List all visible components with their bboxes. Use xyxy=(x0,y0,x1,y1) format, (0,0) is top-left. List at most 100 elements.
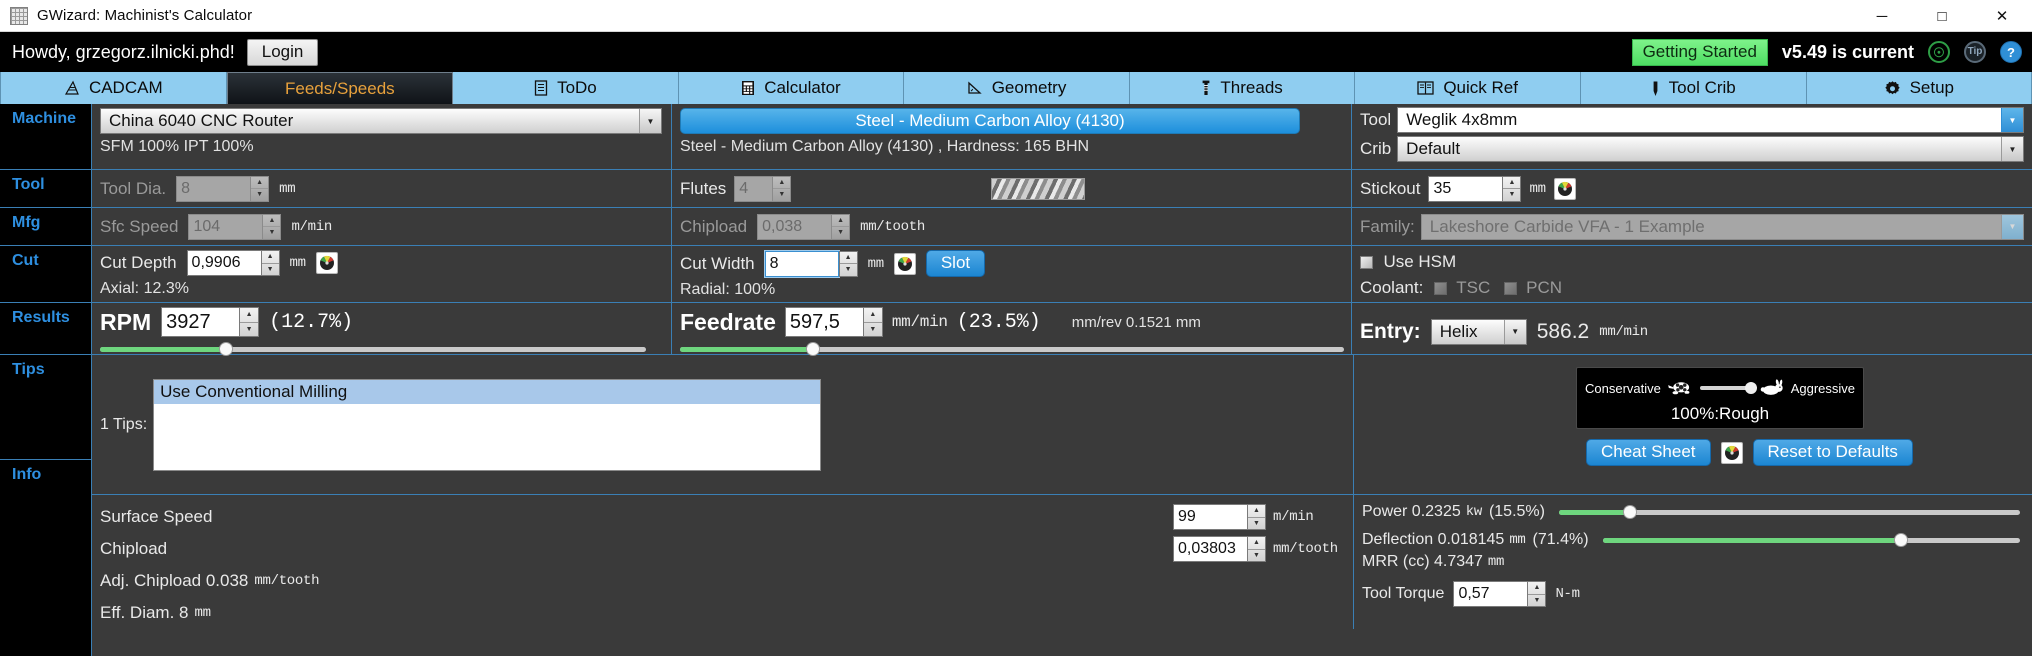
chipload-stepper[interactable]: ▲▼ xyxy=(757,213,851,240)
feedrate-slider[interactable] xyxy=(680,342,1344,356)
sidebar-section-tips[interactable]: Tips xyxy=(0,355,91,460)
window-controls: ─ □ ✕ xyxy=(1852,0,2032,32)
entry-select[interactable]: Helix ▼ xyxy=(1430,318,1527,345)
tips-list-item[interactable]: Use Conventional Milling xyxy=(154,379,821,404)
tab-todo[interactable]: ToDo xyxy=(453,72,679,104)
surface-speed-stepper[interactable]: ▲▼ xyxy=(1173,504,1266,530)
sidebar-section-results[interactable]: Results xyxy=(0,303,91,355)
stepper-arrows[interactable]: ▲ ▼ xyxy=(831,213,851,240)
gauge-icon[interactable] xyxy=(893,252,916,275)
use-hsm-checkbox[interactable] xyxy=(1360,256,1373,269)
material-banner[interactable]: Steel - Medium Carbon Alloy (4130) xyxy=(680,108,1300,134)
slot-button[interactable]: Slot xyxy=(925,250,986,277)
minimize-button[interactable]: ─ xyxy=(1852,0,1912,32)
info-chipload-stepper[interactable]: ▲▼ xyxy=(1173,536,1266,562)
chevron-down-icon[interactable]: ▼ xyxy=(2001,214,2023,239)
stepper-arrows[interactable]: ▲ ▼ xyxy=(862,307,883,337)
flutes-label: Flutes xyxy=(680,178,727,198)
maximize-button[interactable]: □ xyxy=(1912,0,1972,32)
entry-select-value: Helix xyxy=(1439,321,1478,341)
tab-calculator[interactable]: Calculator xyxy=(678,72,905,104)
cut-width-stepper[interactable]: ▲▼ xyxy=(763,249,858,278)
family-select[interactable]: Lakeshore Carbide VFA - 1 Example ▼ xyxy=(1420,213,2024,240)
gauge-icon[interactable] xyxy=(1553,177,1576,200)
stepper-arrows[interactable]: ▲ ▼ xyxy=(1502,175,1522,202)
headset-icon[interactable]: ☉ xyxy=(1928,41,1950,63)
stickout-stepper[interactable]: ▲▼ xyxy=(1428,175,1522,202)
tab-quick-ref[interactable]: Quick Ref xyxy=(1355,72,1581,104)
gauge-icon[interactable] xyxy=(315,252,338,274)
stepper-arrows[interactable]: ▲ ▼ xyxy=(260,250,280,276)
tip-icon[interactable]: Tip xyxy=(1964,41,1986,63)
help-icon[interactable]: ? xyxy=(2000,41,2022,63)
rpm-slider[interactable] xyxy=(100,342,646,356)
cheat-sheet-button[interactable]: Cheat Sheet xyxy=(1586,439,1711,466)
tool-dia-stepper[interactable]: ▲▼ xyxy=(176,175,270,202)
sidebar-section-info[interactable]: Info xyxy=(0,460,91,655)
tab-cadcam[interactable]: CADCAM xyxy=(0,72,227,104)
slider-knob[interactable] xyxy=(218,342,233,356)
tab-tool-crib[interactable]: Tool Crib xyxy=(1580,72,1807,104)
tab-geometry[interactable]: Geometry xyxy=(904,72,1130,104)
rpm-stepper[interactable]: ▲▼ xyxy=(161,307,260,337)
chevron-down-icon[interactable]: ▼ xyxy=(1503,319,1526,344)
aggression-slider[interactable] xyxy=(1699,382,1757,394)
tool-select[interactable]: Weglik 4x8mm ▼ xyxy=(1397,107,2024,133)
eff-diam-row: Eff. Diam. 8 mm xyxy=(100,597,1343,629)
tab-setup[interactable]: Setup xyxy=(1806,72,2032,104)
slider-knob[interactable] xyxy=(1744,382,1757,394)
cut-width-input xyxy=(763,249,840,278)
sidebar-section-mfg[interactable]: Mfg xyxy=(0,208,91,246)
stepper-arrows[interactable]: ▲ ▼ xyxy=(772,175,792,202)
deflection-slider[interactable] xyxy=(1602,533,2020,547)
tips-list[interactable]: Use Conventional Milling xyxy=(153,378,822,471)
chevron-down-icon[interactable]: ▼ xyxy=(2001,108,2023,132)
tool-torque-stepper[interactable]: ▲▼ xyxy=(1453,581,1547,607)
stepper-arrows[interactable]: ▲ ▼ xyxy=(1247,536,1266,562)
stepper-arrows[interactable]: ▲ ▼ xyxy=(262,213,282,240)
greeting-text: Howdy, grzegorz.ilnicki.phd! xyxy=(12,41,235,62)
stepper-arrows[interactable]: ▲ ▼ xyxy=(250,175,270,202)
getting-started-button[interactable]: Getting Started xyxy=(1631,38,1768,66)
aggressive-label: Aggressive xyxy=(1790,380,1855,396)
login-button[interactable]: Login xyxy=(246,38,319,66)
chevron-down-icon[interactable]: ▼ xyxy=(639,109,661,133)
tab-threads[interactable]: Threads xyxy=(1129,72,1356,104)
aggression-cell: Conservative Aggressive 100%:Rough Cheat… xyxy=(1354,355,2032,494)
sidebar-section-tool[interactable]: Tool xyxy=(0,170,91,208)
flutes-stepper[interactable]: ▲▼ xyxy=(734,175,792,202)
sidebar-section-machine[interactable]: Machine xyxy=(0,104,91,170)
stepper-arrows[interactable]: ▲ ▼ xyxy=(239,307,260,337)
close-button[interactable]: ✕ xyxy=(1972,0,2032,32)
reset-to-defaults-button[interactable]: Reset to Defaults xyxy=(1752,439,1913,466)
stepper-arrows[interactable]: ▲ ▼ xyxy=(1247,504,1266,530)
slider-knob[interactable] xyxy=(1893,533,1908,547)
slider-knob[interactable] xyxy=(805,342,820,356)
slider-knob[interactable] xyxy=(1623,505,1638,519)
coolant-tsc-checkbox[interactable] xyxy=(1433,282,1447,295)
tool-label: Tool xyxy=(1360,110,1392,129)
info-chipload-unit: mm/tooth xyxy=(1273,541,1338,557)
gauge-icon[interactable] xyxy=(1720,441,1743,464)
stepper-arrows[interactable]: ▲ ▼ xyxy=(838,250,858,277)
sidebar-section-cut[interactable]: Cut xyxy=(0,246,91,303)
cut-depth-stepper[interactable]: ▲▼ xyxy=(186,250,280,276)
sfc-speed-stepper[interactable]: ▲▼ xyxy=(188,213,282,240)
stepper-arrows[interactable]: ▲ ▼ xyxy=(1527,581,1547,607)
row-results: RPM ▲▼ (12.7%) Feedr xyxy=(92,303,2032,356)
chevron-down-icon[interactable]: ▼ xyxy=(2001,137,2023,161)
crib-select[interactable]: Default ▼ xyxy=(1397,136,2024,162)
machine-select[interactable]: China 6040 CNC Router ▼ xyxy=(100,108,662,134)
adj-chipload-label: Adj. Chipload 0.038 xyxy=(100,571,249,590)
family-cell: Family: Lakeshore Carbide VFA - 1 Exampl… xyxy=(1352,208,2032,245)
tab-feeds-speeds[interactable]: Feeds/Speeds xyxy=(226,72,454,104)
power-slider[interactable] xyxy=(1558,505,2020,519)
slider-fill xyxy=(100,347,226,352)
feedrate-stepper[interactable]: ▲▼ xyxy=(784,307,883,337)
power-percentage: (15.5%) xyxy=(1488,503,1545,520)
chipload-label: Chipload xyxy=(680,216,748,236)
cut-depth-cell: Cut Depth ▲▼ mm Axial: 12.3% xyxy=(92,246,672,302)
metrics-cell: Power 0.2325 kw (15.5%) Deflection 0.018… xyxy=(1354,495,2032,629)
coolant-pcn-checkbox[interactable] xyxy=(1503,282,1517,295)
tab-label: Feeds/Speeds xyxy=(285,78,395,98)
